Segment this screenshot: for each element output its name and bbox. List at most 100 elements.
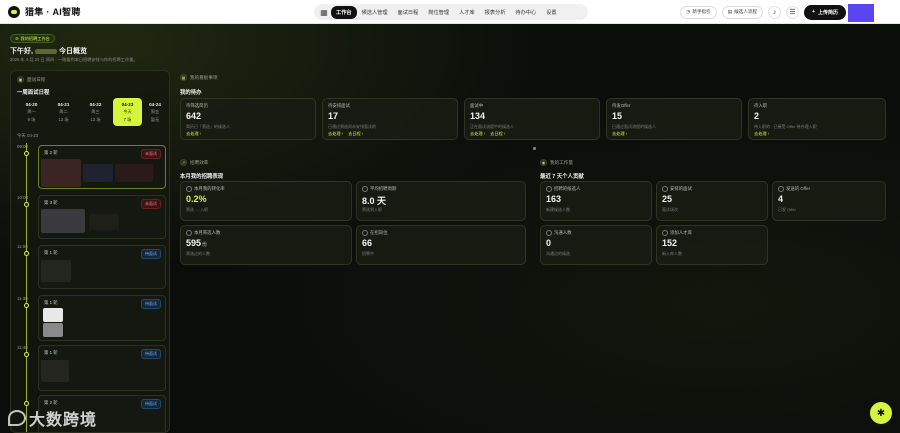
slot-time: 11:30 [17, 296, 28, 301]
interview-card[interactable]: 第 2 轮 未面试 [38, 145, 166, 189]
plus-icon: + [812, 9, 815, 15]
perf-card-conversion[interactable]: 本月我的转化率 0.2% 筛选 → 入职 [180, 181, 352, 221]
status-badge: 待面试 [141, 249, 161, 259]
interview-card[interactable]: 第 3 轮 未面试 [38, 195, 166, 239]
home-badge: ⊘ 我的招聘工作台 [10, 34, 55, 43]
nav-item-positions[interactable]: 岗位管理 [423, 6, 454, 19]
workload-title: 最近 7 天个人贡献 [540, 174, 584, 180]
redacted-photo [41, 260, 71, 282]
nav-item-talent-pool[interactable]: 人才库 [454, 6, 480, 19]
main-nav: ▦ 工作台 候选人管理 面试日程 岗位管理 人才库 报表分析 待办中心 设置 [314, 4, 588, 20]
timeline-dot [24, 202, 29, 207]
redacted-photo [41, 159, 81, 187]
status-badge: 未面试 [141, 199, 161, 209]
performance-tag: ↗ 招聘效率 [180, 159, 209, 166]
link-icon: ⊘ [15, 36, 19, 41]
nav-item-reports[interactable]: 报表分析 [480, 6, 511, 19]
slot-time: 11:00 [17, 244, 28, 249]
status-badge: 待面试 [141, 299, 161, 309]
todo-card-offer[interactable]: 待发Offer 15 已通过面试流程的候选人 去处理 › [606, 98, 742, 140]
slot-time: 10:00 [17, 195, 28, 200]
workload-card-offers[interactable]: 发送的 Offer 4 已发 Offer [772, 181, 886, 221]
timeline-dot [24, 151, 29, 156]
go-schedule-link[interactable]: 去日程 › [490, 131, 505, 137]
todo-card-onboard[interactable]: 待入职 2 待入职的 · 已接受 Offer 待办理入职 去处理 › [748, 98, 886, 140]
workload-card-interviews[interactable]: 安排的面试 25 面试场次 [656, 181, 768, 221]
go-schedule-link[interactable]: 去日程 › [348, 131, 363, 137]
people-icon [546, 186, 552, 192]
nav-item-settings[interactable]: 设置 [541, 6, 561, 19]
trend-icon [186, 186, 192, 192]
today-label: 今天 04-23 [17, 133, 39, 138]
user-avatar[interactable] [848, 4, 874, 22]
briefcase-icon [362, 230, 368, 236]
upload-resume-button[interactable]: + 上传简历 [804, 4, 846, 20]
go-handle-link[interactable]: 去处理 › [186, 131, 201, 137]
schedule-title: 一周面试日程 [17, 90, 50, 96]
add-user-icon [662, 230, 668, 236]
status-badge: 未面试 [141, 149, 161, 159]
guide-button[interactable]: ◷ 新手指引 [680, 5, 717, 19]
date-cell[interactable]: 04-20 周一 9 场 [17, 98, 46, 126]
candidate-flow-button[interactable]: ▤ 候选人流程 [721, 5, 764, 19]
redacted-photo [41, 209, 85, 233]
grid-icon[interactable]: ▦ [317, 6, 331, 18]
top-bar: 猎隼 · AI智聘 ▦ 工作台 候选人管理 面试日程 岗位管理 人才库 报表分析… [0, 0, 900, 24]
interview-card[interactable]: 第 1 轮 待面试 [38, 345, 166, 391]
todo-card-schedule[interactable]: 待安排面试 17 已通过筛选尚未安排面试的 去处理 › 去日程 › [322, 98, 458, 140]
interview-card[interactable]: 第 1 轮 待面试 [38, 295, 166, 341]
slot-time: 09:00 [17, 144, 28, 149]
redacted-username [34, 48, 57, 54]
greeting-subtitle: 2026 年 4 月 23 日 周四 · 一眼看到本日招聘安排与你的招聘工作量。 [10, 57, 138, 62]
go-handle-link[interactable]: 去处理 › [470, 131, 485, 137]
todo-tag: ▦ 我的看板事项 [180, 74, 218, 81]
logo-icon [8, 5, 20, 18]
date-cell[interactable]: 04-24 周五 暂无 [145, 98, 165, 126]
clock-icon [362, 186, 368, 192]
timeline-line [26, 143, 27, 432]
go-handle-link[interactable]: 去处理 › [612, 131, 627, 137]
schedule-tag: ▣ 面试日程 [17, 76, 46, 83]
watermark: 大数跨境 [8, 406, 97, 430]
workload-card-talent[interactable]: 添加人才库 152 新入库人数 [656, 225, 768, 265]
workload-tag: ◉ 我的工作量 [540, 159, 573, 166]
perf-card-screened[interactable]: 本月筛选人数 595份 筛选过的人数 [180, 225, 352, 265]
top-actions: ◷ 新手指引 ▤ 候选人流程 ♪ ☰ + 上传简历 [680, 4, 846, 20]
nav-item-interviews[interactable]: 面试日程 [393, 6, 424, 19]
nav-item-workbench[interactable]: 工作台 [331, 5, 357, 19]
nav-item-candidates[interactable]: 候选人管理 [357, 6, 393, 19]
timeline-dot [24, 251, 29, 256]
date-cell[interactable]: 04-22 周三 13 场 [81, 98, 110, 126]
schedule-panel: ▣ 面试日程 一周面试日程 04-20 周一 9 场 04-21 周二 13 场… [10, 70, 170, 433]
workload-card-candidates[interactable]: 招聘的候选人 163 新建候选人数 [540, 181, 652, 221]
app-logo[interactable]: 猎隼 · AI智聘 [8, 5, 81, 18]
perf-card-cycle[interactable]: 平均招聘周期 8.0 天 筛选到入职 [356, 181, 526, 221]
todo-card-interviewing[interactable]: 面试中 134 正在面试流程中的候选人 去处理 › 去日程 › [464, 98, 600, 140]
bell-icon[interactable]: ♪ [768, 5, 782, 19]
calendar-icon: ▣ [17, 76, 24, 83]
send-icon [778, 186, 784, 192]
assistant-fab-button[interactable]: ✱ [870, 402, 892, 424]
perf-card-open-positions[interactable]: 在招岗位 66 招聘中 [356, 225, 526, 265]
date-cell-today[interactable]: 04-23 今天 7 场 [113, 98, 142, 126]
interview-card[interactable]: 第 1 轮 待面试 [38, 245, 166, 289]
redacted-info [89, 214, 119, 230]
go-handle-link[interactable]: 去处理 › [754, 131, 769, 137]
user-icon: ◉ [540, 159, 547, 166]
performance-title: 本月我的招聘表现 [180, 174, 224, 180]
todo-card-screening[interactable]: 待筛选简历 642 简历已「筛选」的候选人 去处理 › [180, 98, 316, 140]
date-cell[interactable]: 04-21 周二 13 场 [49, 98, 78, 126]
redacted-photo [43, 323, 63, 337]
redacted-photo [43, 308, 63, 322]
go-handle-link[interactable]: 去处理 › [328, 131, 343, 137]
workload-card-contacts[interactable]: 沟通人数 0 沟通过的候选 [540, 225, 652, 265]
calendar-icon [662, 186, 668, 192]
divider-dot [533, 147, 536, 150]
redacted-info [115, 164, 153, 182]
todo-title: 我的待办 [180, 90, 202, 96]
redacted-photo [41, 360, 69, 382]
list-icon[interactable]: ☰ [786, 5, 800, 19]
file-icon [186, 230, 192, 236]
board-icon: ▦ [180, 74, 187, 81]
nav-item-todo[interactable]: 待办中心 [510, 6, 541, 19]
